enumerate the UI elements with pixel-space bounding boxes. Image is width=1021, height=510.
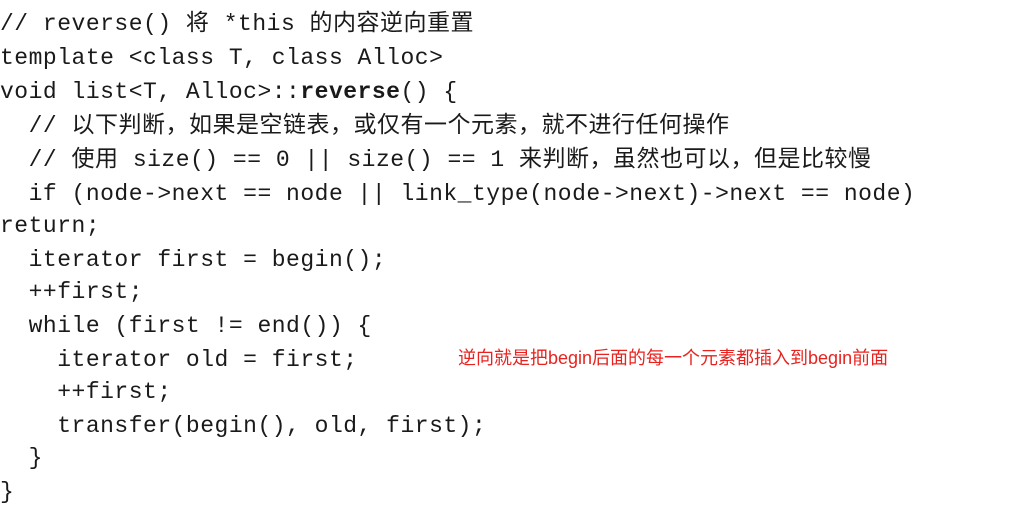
- code-line-transfer: transfer(begin(), old, first);: [0, 413, 487, 439]
- code-line-comment-size-check: // 使用 size() == 0 || size() == 1 来判断，虽然也…: [0, 147, 872, 173]
- code-line-function-signature: void list<T, Alloc>::reverse() {: [0, 76, 458, 108]
- annotation-note: 逆向就是把begin后面的每一个元素都插入到begin前面: [458, 348, 889, 368]
- code-line-close-while: }: [0, 445, 43, 471]
- code-line-return: return;: [0, 213, 101, 239]
- signature-suffix: () {: [400, 79, 458, 105]
- code-line-iterator-old: iterator old = first;: [0, 347, 358, 373]
- code-line-comment-reverse: // reverse() 将 *this 的内容逆向重置: [0, 11, 475, 37]
- code-line-template: template <class T, class Alloc>: [0, 45, 444, 71]
- code-line-increment-first-inner: ++first;: [0, 379, 172, 405]
- signature-prefix: void list<T, Alloc>::: [0, 79, 301, 105]
- code-line-increment-first: ++first;: [0, 279, 144, 305]
- function-name: reverse: [300, 79, 401, 105]
- code-line-close-function: }: [0, 479, 15, 505]
- code-line-if-condition: if (node->next == node || link_type(node…: [0, 181, 916, 207]
- code-line-while: while (first != end()) {: [0, 313, 372, 339]
- code-line-comment-empty-check: // 以下判断，如果是空链表，或仅有一个元素，就不进行任何操作: [0, 113, 730, 139]
- code-line-iterator-first: iterator first = begin();: [0, 247, 387, 273]
- code-listing: // reverse() 将 *this 的内容逆向重置 template <c…: [0, 0, 1021, 510]
